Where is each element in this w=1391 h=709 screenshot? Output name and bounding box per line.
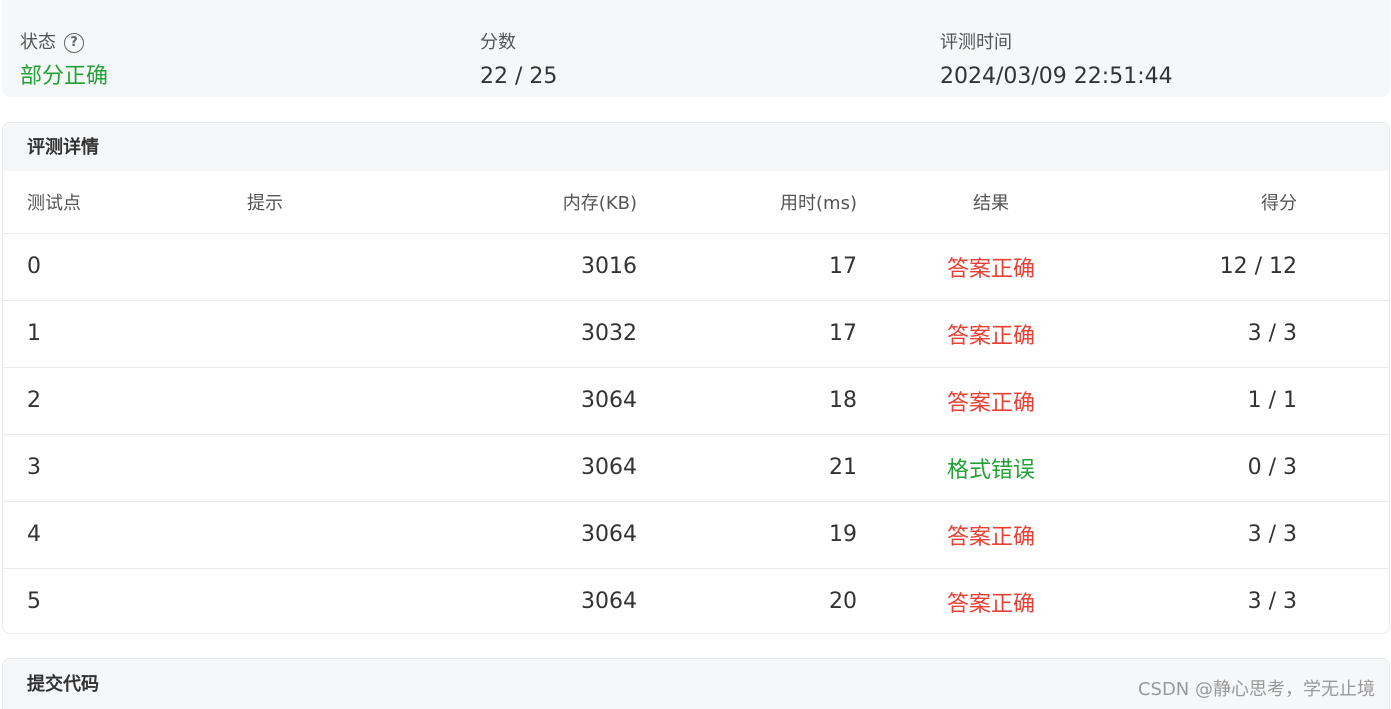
cell-result[interactable]: 答案正确 xyxy=(857,233,1125,301)
cell-memory: 3064 xyxy=(437,367,637,435)
cell-hint xyxy=(247,300,437,368)
table-row: 5 3064 20 答案正确 3 / 3 xyxy=(3,568,1389,633)
score-label: 分数 xyxy=(480,32,516,53)
table-row: 1 3032 17 答案正确 3 / 3 xyxy=(3,300,1389,368)
cell-memory: 3032 xyxy=(437,300,637,368)
cell-time: 17 xyxy=(637,300,857,368)
cell-score: 3 / 3 xyxy=(1125,300,1297,368)
cell-testcase-id: 1 xyxy=(3,300,247,368)
judge-details-title: 评测详情 xyxy=(3,123,1389,171)
testcase-table: 测试点 提示 内存(KB) 用时(ms) 结果 得分 0 3016 17 答案正… xyxy=(3,171,1389,633)
cell-score: 1 / 1 xyxy=(1125,367,1297,435)
cell-testcase-id: 4 xyxy=(3,501,247,569)
judge-time-value: 2024/03/09 22:51:44 xyxy=(940,64,1173,89)
judge-details-panel: 评测详情 测试点 提示 内存(KB) 用时(ms) 结果 得分 0 3016 1… xyxy=(2,122,1390,634)
cell-testcase-id: 3 xyxy=(3,434,247,502)
score-value: 22 / 25 xyxy=(480,64,558,89)
table-row: 0 3016 17 答案正确 12 / 12 xyxy=(3,233,1389,301)
cell-memory: 3064 xyxy=(581,589,637,615)
col-header-result: 结果 xyxy=(857,171,1125,234)
cell-result[interactable]: 答案正确 xyxy=(857,300,1125,368)
cell-score: 3 / 3 xyxy=(1125,501,1297,569)
cell-result[interactable]: 格式错误 xyxy=(857,434,1125,502)
submission-summary: 状态 ? 部分正确 分数 22 / 25 评测时间 2024/03/09 22:… xyxy=(2,0,1390,97)
cell-hint xyxy=(247,501,437,569)
cell-hint xyxy=(247,233,437,301)
cell-hint xyxy=(247,434,437,502)
cell-time: 18 xyxy=(637,367,857,435)
cell-testcase-id: 0 xyxy=(3,233,247,301)
table-header-row: 测试点 提示 内存(KB) 用时(ms) 结果 得分 xyxy=(3,171,1389,234)
col-header-hint: 提示 xyxy=(247,171,437,234)
cell-result[interactable]: 答案正确 xyxy=(857,367,1125,435)
cell-result[interactable]: 答案正确 xyxy=(857,501,1125,569)
cell-time: 21 xyxy=(637,434,857,502)
col-header-memory: 内存(KB) xyxy=(437,171,637,234)
col-header-score: 得分 xyxy=(1125,171,1297,234)
cell-result[interactable]: 答案正确 xyxy=(857,568,1125,633)
judge-time-label: 评测时间 xyxy=(940,32,1012,53)
col-header-testcase: 测试点 xyxy=(3,171,247,234)
status-label: 状态 xyxy=(20,32,56,53)
status-column: 状态 ? 部分正确 xyxy=(20,32,108,90)
table-row: 2 3064 18 答案正确 1 / 1 xyxy=(3,367,1389,435)
watermark: CSDN @静心思考，学无止境 xyxy=(1137,679,1375,700)
cell-time: 17 xyxy=(637,233,857,301)
table-row: 3 3064 21 格式错误 0 / 3 xyxy=(3,434,1389,502)
cell-memory: 3064 xyxy=(437,501,637,569)
score-column: 分数 22 / 25 xyxy=(480,32,557,90)
judge-time-column: 评测时间 2024/03/09 22:51:44 xyxy=(940,32,1173,90)
cell-hint xyxy=(247,367,437,435)
table-row: 4 3064 19 答案正确 3 / 3 xyxy=(3,501,1389,569)
cell-score: 3 / 3 xyxy=(1247,589,1297,615)
cell-testcase-id: 2 xyxy=(3,367,247,435)
cell-time: 19 xyxy=(637,501,857,569)
cell-score: 0 / 3 xyxy=(1125,434,1297,502)
cell-memory: 3016 xyxy=(437,233,637,301)
cell-score: 12 / 12 xyxy=(1125,233,1297,301)
status-value: 部分正确 xyxy=(20,64,109,89)
col-header-time: 用时(ms) xyxy=(637,171,857,234)
cell-hint xyxy=(247,568,437,633)
cell-time: 20 xyxy=(829,589,857,615)
cell-memory: 3064 xyxy=(437,434,637,502)
cell-testcase-id: 5 xyxy=(27,589,41,615)
help-icon[interactable]: ? xyxy=(64,33,84,53)
